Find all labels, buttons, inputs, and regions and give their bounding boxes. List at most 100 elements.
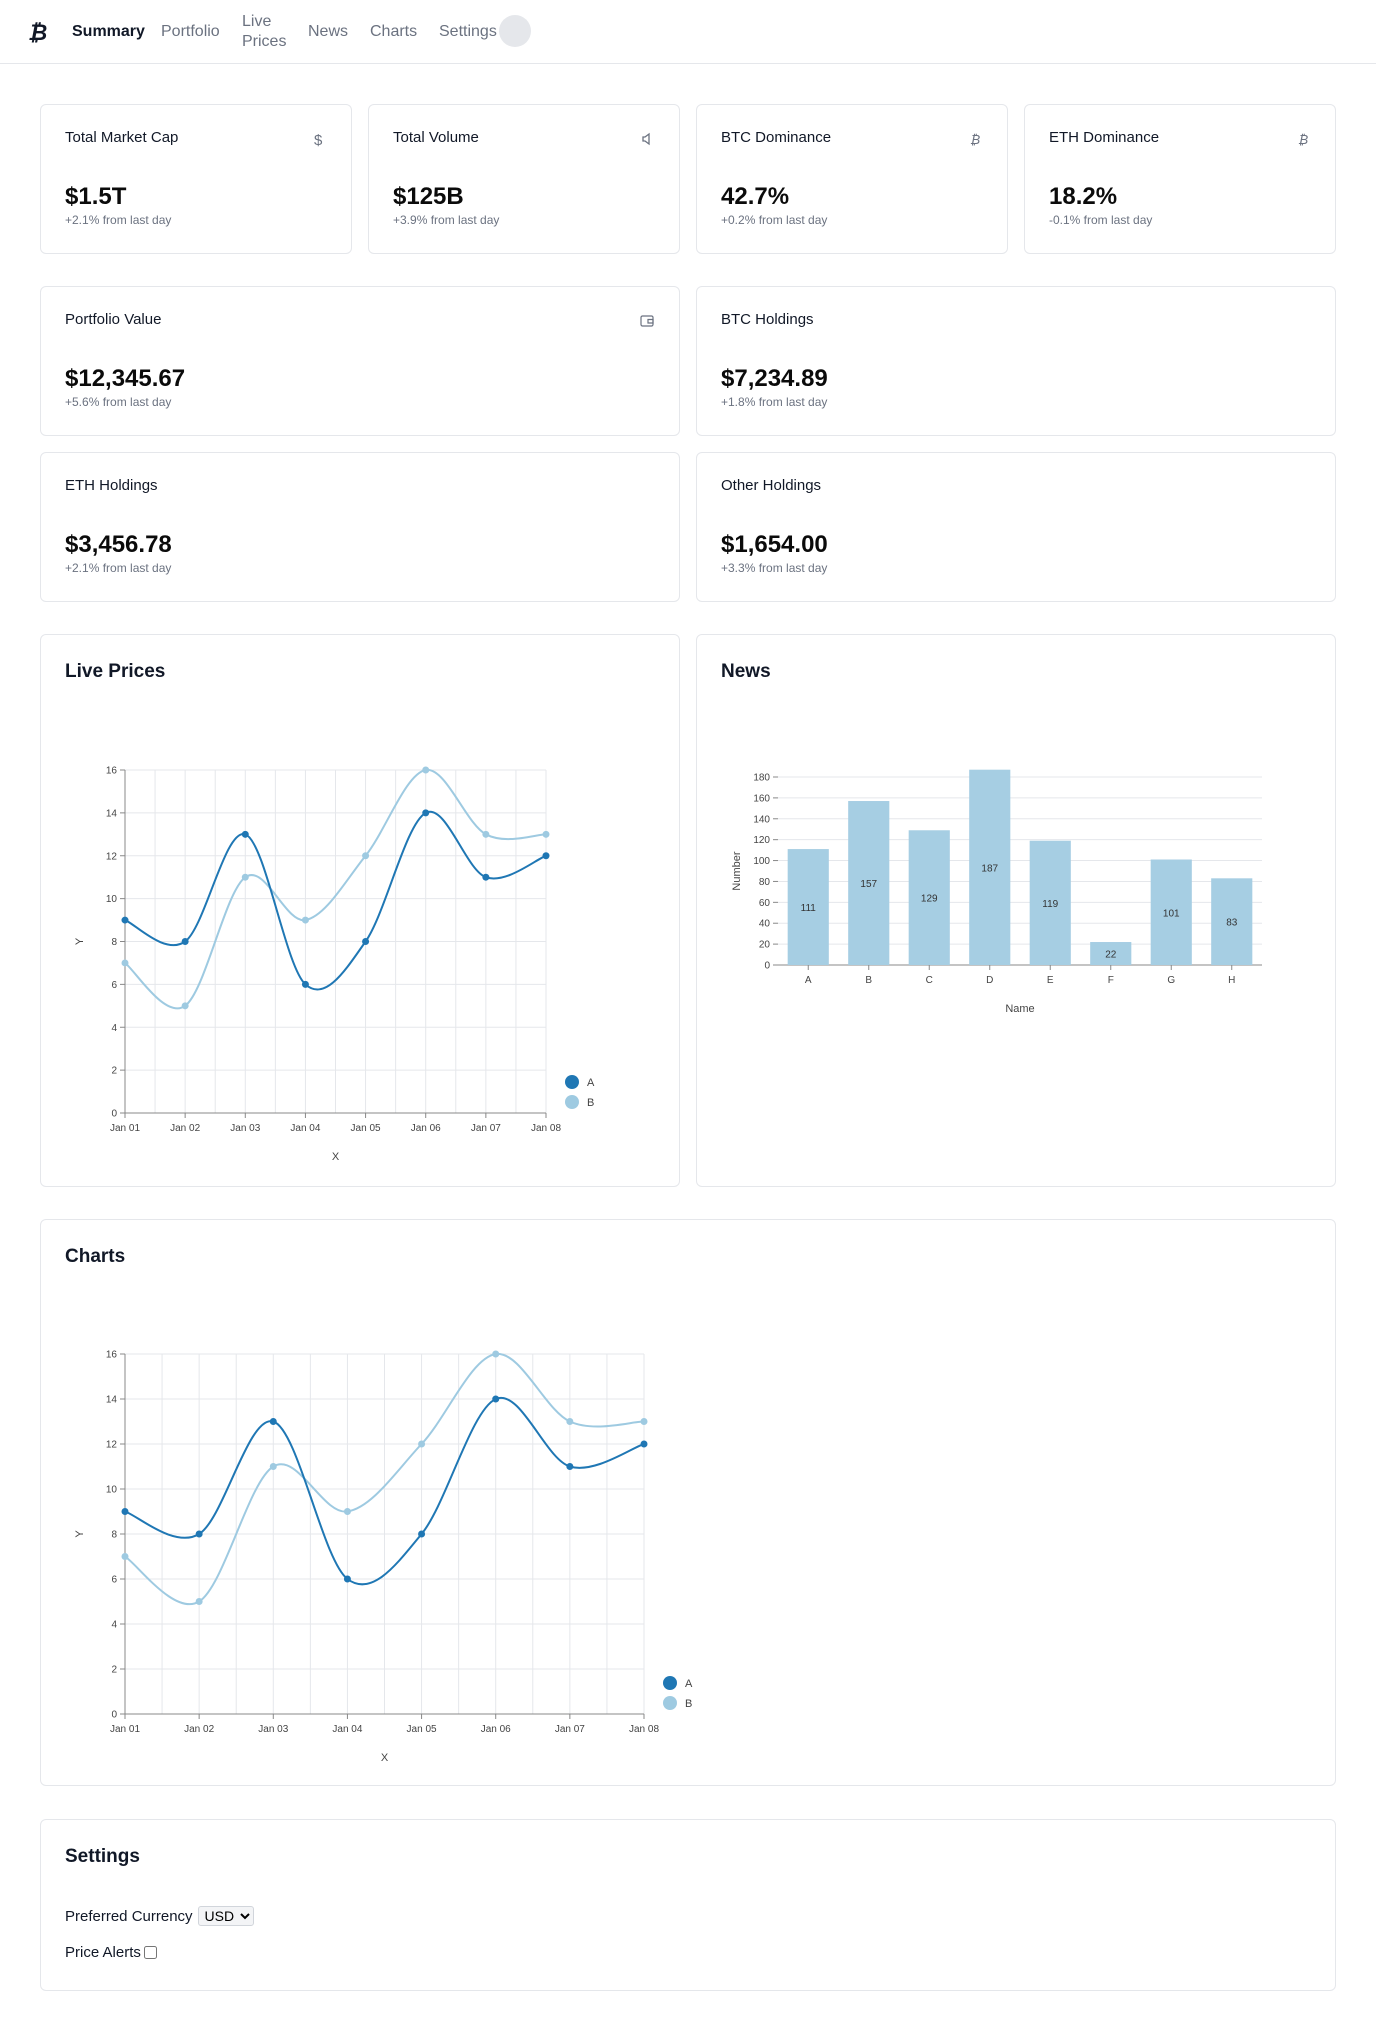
- y-tick-label: 100: [753, 856, 770, 867]
- y-tick-label: 12: [106, 851, 118, 862]
- stat-change: +0.2% from last day: [721, 213, 828, 227]
- price-alerts-checkbox[interactable]: [143, 1946, 157, 1959]
- data-point-A: [362, 938, 370, 945]
- bar-value-label: 22: [1105, 950, 1117, 961]
- news-card: News 0 20 40 60 80 100 120 140 160 180 111 A 157 B 129…: [696, 634, 1336, 1187]
- data-point-A: [343, 1575, 351, 1583]
- x-tick-label: Jan 04: [332, 1724, 362, 1735]
- portfolio-title: Other Holdings: [721, 477, 822, 494]
- y-tick-label: 40: [759, 919, 771, 930]
- data-point-B: [301, 916, 309, 924]
- bitcoin-icon: ₿: [1298, 132, 1308, 147]
- x-tick-label: Jan 03: [230, 1123, 260, 1134]
- x-axis-label: X: [332, 1151, 340, 1163]
- svg-text:₿: ₿: [1298, 132, 1308, 147]
- y-tick-label: 16: [106, 766, 118, 777]
- data-point-B: [542, 830, 550, 838]
- x-tick-label: A: [805, 975, 812, 986]
- data-point-B: [422, 766, 430, 774]
- y-tick-label: 2: [111, 1665, 117, 1676]
- y-tick-label: 14: [106, 1395, 118, 1406]
- settings-card: Settings Preferred Currency USD Price Al…: [40, 1819, 1336, 1991]
- y-tick-label: 180: [753, 773, 770, 784]
- data-point-A: [121, 916, 129, 924]
- x-tick-label: D: [986, 975, 993, 986]
- stat-card-total-volume: Total Volume $125B +3.9% from last day: [368, 104, 680, 254]
- stat-title: ETH Dominance: [1049, 129, 1160, 146]
- user-avatar[interactable]: [499, 15, 531, 47]
- settings-title: Settings: [65, 1846, 140, 1867]
- svg-text:$: $: [314, 132, 323, 147]
- y-axis-label: Number: [731, 851, 743, 890]
- portfolio-title: Portfolio Value: [65, 311, 162, 328]
- stat-value: 18.2%: [1049, 183, 1118, 210]
- x-axis-label: Name: [1005, 1003, 1034, 1015]
- alerts-row: Price Alerts: [65, 1944, 157, 1961]
- stat-change: +2.1% from last day: [65, 213, 172, 227]
- data-point-A: [121, 1508, 129, 1515]
- nav-news[interactable]: News: [308, 0, 348, 64]
- legend-marker-B: [565, 1095, 579, 1109]
- x-tick-label: Jan 03: [258, 1724, 288, 1735]
- live-prices-line-chart[interactable]: 0 2 4 6 8 10 12 14 16 Jan 01 Jan 02 Jan 03 Jan 04 Jan…: [41, 635, 681, 1188]
- portfolio-change: +2.1% from last day: [65, 561, 172, 575]
- svg-text:₿: ₿: [28, 20, 47, 45]
- portfolio-card-other: Other Holdings $1,654.00 +3.3% from last…: [696, 452, 1336, 602]
- stat-title: Total Market Cap: [65, 129, 179, 146]
- y-tick-label: 140: [753, 814, 770, 825]
- legend-marker-A: [565, 1075, 579, 1089]
- nav-portfolio[interactable]: Portfolio: [161, 0, 220, 64]
- bar-value-label: 101: [1163, 908, 1180, 919]
- legend-marker-A: [663, 1676, 677, 1690]
- stat-card-market-cap: Total Market Cap $ $1.5T +2.1% from last…: [40, 104, 352, 254]
- nav-summary[interactable]: Summary: [72, 0, 145, 64]
- portfolio-value: $12,345.67: [65, 365, 186, 392]
- legend-label-B: B: [685, 1698, 692, 1710]
- data-point-B: [195, 1598, 203, 1605]
- legend-label-B: B: [587, 1097, 594, 1109]
- data-point-A: [640, 1440, 648, 1448]
- y-tick-label: 160: [753, 793, 770, 804]
- y-tick-label: 0: [111, 1710, 117, 1721]
- bar-value-label: 129: [921, 894, 938, 905]
- bar-value-label: 111: [801, 903, 817, 914]
- nav-charts[interactable]: Charts: [370, 0, 417, 64]
- currency-select[interactable]: USD: [197, 1906, 254, 1926]
- y-tick-label: 10: [106, 1485, 118, 1496]
- data-point-B: [343, 1508, 351, 1515]
- x-tick-label: B: [865, 975, 872, 986]
- portfolio-change: +3.3% from last day: [721, 561, 828, 575]
- data-point-B: [362, 852, 370, 860]
- portfolio-card-value: Portfolio Value $12,345.67 +5.6% from la…: [40, 286, 680, 436]
- bitcoin-logo-icon[interactable]: ₿: [26, 18, 48, 46]
- news-bar-chart[interactable]: 0 20 40 60 80 100 120 140 160 180 111 A 157 B 129 C 187 D…: [697, 635, 1337, 1188]
- x-tick-label: Jan 05: [351, 1123, 381, 1134]
- nav-settings[interactable]: Settings: [439, 0, 497, 64]
- x-tick-label: Jan 06: [481, 1724, 511, 1735]
- data-point-A: [482, 873, 490, 881]
- data-point-B: [492, 1350, 500, 1358]
- stat-card-btc-dominance: BTC Dominance ₿ 42.7% +0.2% from last da…: [696, 104, 1008, 254]
- stat-value: $125B: [393, 183, 464, 210]
- x-tick-label: G: [1167, 975, 1175, 986]
- charts-line-chart[interactable]: 0 2 4 6 8 10 12 14 16 Jan 01 Jan 02 Jan 03 Jan 04 Jan…: [41, 1220, 801, 1787]
- data-point-B: [566, 1418, 574, 1425]
- data-point-A: [422, 809, 430, 817]
- svg-text:₿: ₿: [970, 132, 980, 147]
- stat-value: 42.7%: [721, 183, 790, 210]
- y-tick-label: 80: [759, 877, 771, 888]
- y-tick-label: 6: [111, 980, 117, 991]
- currency-row: Preferred Currency USD: [65, 1906, 254, 1926]
- data-point-B: [269, 1463, 277, 1470]
- data-point-B: [418, 1440, 426, 1448]
- portfolio-card-eth: ETH Holdings $3,456.78 +2.1% from last d…: [40, 452, 680, 602]
- x-tick-label: Jan 08: [629, 1724, 659, 1735]
- y-tick-label: 0: [764, 961, 770, 972]
- y-tick-label: 60: [759, 898, 771, 909]
- currency-label: Preferred Currency: [65, 1907, 193, 1925]
- y-tick-label: 20: [759, 940, 771, 951]
- nav-live-prices[interactable]: Live Prices: [242, 0, 292, 64]
- stat-value: $1.5T: [65, 183, 127, 210]
- y-tick-label: 14: [106, 808, 118, 819]
- x-tick-label: H: [1228, 975, 1235, 986]
